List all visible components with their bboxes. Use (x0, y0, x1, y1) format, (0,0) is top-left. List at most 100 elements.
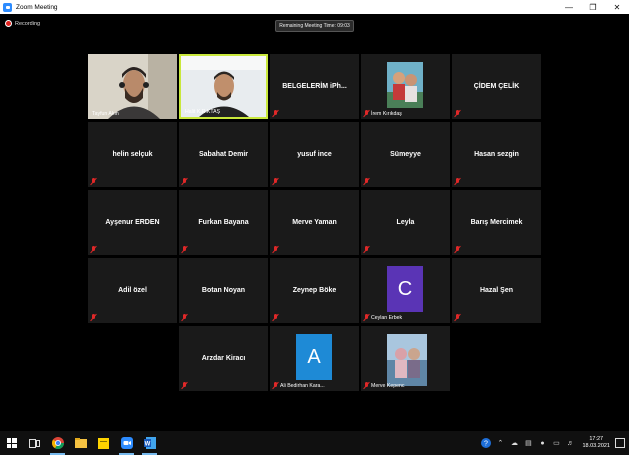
mic-muted-icon (181, 246, 187, 253)
cloud-icon[interactable]: ☁ (509, 438, 519, 448)
volume-icon[interactable]: ♬ (565, 438, 575, 448)
participant-tile[interactable]: Furkan Bayana (179, 190, 268, 255)
participant-tile[interactable]: Ayşenur ERDEN (88, 190, 177, 255)
meeting-area: Recording Remaining Meeting Time: 09:03 … (0, 14, 629, 431)
participant-tag: Ali Bedirhan Kara... (272, 382, 325, 389)
task-view-button[interactable] (23, 431, 46, 455)
window-title: Zoom Meeting (16, 3, 58, 11)
participant-name: Hasan sezgin (474, 151, 519, 158)
participant-tile[interactable]: yusuf ince (270, 122, 359, 187)
microphone-icon[interactable]: ● (537, 438, 547, 448)
participant-tile[interactable]: Merve Kepenc (361, 326, 450, 391)
participant-tile[interactable]: Adil özel (88, 258, 177, 323)
participant-tag (272, 246, 278, 253)
participant-tile[interactable]: C Ceylan Erbek (361, 258, 450, 323)
participant-tile[interactable]: Tayfun Akın (88, 54, 177, 119)
participant-tag (90, 246, 96, 253)
mic-muted-icon (272, 110, 278, 117)
participant-name: Zeynep Böke (292, 287, 337, 294)
participant-name: Adil özel (118, 287, 147, 294)
mic-muted-icon (272, 382, 278, 389)
participant-label: Halit K.R.KTAŞ (185, 109, 221, 115)
participant-label: İrem Kırıkdaş (371, 110, 402, 117)
recording-label: Recording (15, 20, 41, 27)
taskbar-sticky-notes[interactable] (92, 431, 115, 455)
participant-tag (363, 178, 369, 185)
participant-name: Merve Yaman (292, 219, 337, 226)
participant-tile[interactable]: Hasan sezgin (452, 122, 541, 187)
participant-tile[interactable]: İrem Kırıkdaş (361, 54, 450, 119)
maximize-icon[interactable]: ❐ (581, 0, 605, 14)
close-icon[interactable]: ✕ (605, 0, 629, 14)
participant-name: Hazal Şen (479, 287, 514, 294)
minimize-icon[interactable]: — (557, 0, 581, 14)
meeting-timer: Remaining Meeting Time: 09:03 (275, 20, 354, 32)
mic-muted-icon (181, 314, 187, 321)
participant-tile[interactable]: Botan Noyan (179, 258, 268, 323)
participant-tile[interactable]: Halit K.R.KTAŞ (179, 54, 268, 119)
participant-name: BELGELERİM iPh... (282, 83, 347, 90)
mic-muted-icon (454, 110, 460, 117)
taskbar-file-explorer[interactable] (69, 431, 92, 455)
participant-label: Merve Kepenc (371, 382, 405, 389)
notification-icon[interactable] (615, 438, 625, 448)
folder-icon (74, 438, 87, 448)
mic-muted-icon (363, 382, 369, 389)
participant-tag (454, 178, 460, 185)
participant-tile[interactable]: BELGELERİM iPh... (270, 54, 359, 119)
participant-tag (272, 110, 278, 117)
participant-tag (181, 178, 187, 185)
participant-name: Arzdar Kiracı (201, 355, 246, 362)
participant-tag: Ceylan Erbek (363, 314, 402, 321)
participant-name: Sümeyye (390, 151, 421, 158)
participant-tile[interactable]: Sabahat Demir (179, 122, 268, 187)
start-button[interactable] (0, 431, 23, 455)
network-icon[interactable]: ▤ (523, 438, 533, 448)
clock[interactable]: 17:27 18.03.2021 (582, 436, 610, 450)
mic-muted-icon (363, 314, 369, 321)
recording-indicator[interactable]: Recording (5, 20, 40, 27)
chrome-icon (51, 437, 64, 449)
taskbar-zoom[interactable] (115, 431, 138, 455)
taskbar-word[interactable]: W (138, 431, 161, 455)
participant-tag (90, 314, 96, 321)
recording-icon (5, 20, 12, 27)
participant-tag (90, 178, 96, 185)
participant-tile[interactable]: Zeynep Böke (270, 258, 359, 323)
participant-tag (181, 382, 187, 389)
mic-muted-icon (181, 382, 187, 389)
participant-tag (454, 314, 460, 321)
participant-name: Leyla (396, 219, 415, 226)
participant-tile[interactable]: Merve Yaman (270, 190, 359, 255)
participant-tag (181, 314, 187, 321)
taskbar-chrome[interactable] (46, 431, 69, 455)
mic-muted-icon (90, 314, 96, 321)
participant-tag (181, 246, 187, 253)
svg-text:?: ? (485, 441, 489, 448)
participant-name: Barış Mercimek (470, 219, 523, 226)
mic-muted-icon (363, 246, 369, 253)
participant-avatar: C (387, 266, 423, 312)
participant-tile[interactable]: Sümeyye (361, 122, 450, 187)
chevron-up-icon[interactable]: ⌃ (495, 438, 505, 448)
mic-muted-icon (363, 178, 369, 185)
participant-label: Ceylan Erbek (371, 314, 403, 321)
participant-tile[interactable]: Barış Mercimek (452, 190, 541, 255)
participant-label: Ali Bedirhan Kara... (280, 382, 325, 389)
help-icon[interactable]: ? (481, 438, 492, 448)
battery-icon[interactable]: ▭ (551, 438, 561, 448)
mic-muted-icon (272, 178, 278, 185)
participant-name: Botan Noyan (201, 287, 246, 294)
participant-tile[interactable]: ÇİDEM ÇELİK (452, 54, 541, 119)
word-icon: W (143, 437, 156, 449)
participant-tile[interactable]: Arzdar Kiracı (179, 326, 268, 391)
mic-muted-icon (272, 246, 278, 253)
participant-tile[interactable]: Leyla (361, 190, 450, 255)
participant-tile[interactable]: helin selçuk (88, 122, 177, 187)
participant-tag (272, 314, 278, 321)
participant-tile[interactable]: A Ali Bedirhan Kara... (270, 326, 359, 391)
participant-tile[interactable]: Hazal Şen (452, 258, 541, 323)
clock-time: 17:27 (589, 436, 604, 442)
mic-muted-icon (454, 178, 460, 185)
participant-video (181, 56, 266, 117)
